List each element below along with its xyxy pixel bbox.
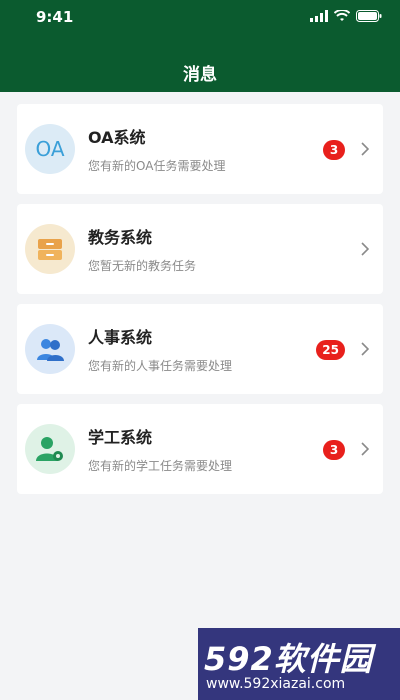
page-title: 消息 <box>183 65 217 85</box>
oa-avatar: OA <box>25 124 75 174</box>
app-header: 9:41 消息 <box>0 0 400 92</box>
item-subtitle: 您有新的学工任务需要处理 <box>88 459 233 473</box>
item-title: 教务系统 <box>88 228 153 247</box>
list-item-hr[interactable]: 人事系统 您有新的人事任务需要处理 25 <box>17 304 383 394</box>
item-title: 学工系统 <box>88 428 153 447</box>
unread-badge: 3 <box>323 140 345 160</box>
item-subtitle: 您有新的OA任务需要处理 <box>88 159 226 173</box>
battery-icon <box>356 10 382 22</box>
chevron-right-icon <box>361 442 369 456</box>
people-icon <box>25 324 75 374</box>
wifi-icon <box>334 10 350 21</box>
item-subtitle: 您有新的人事任务需要处理 <box>88 359 233 373</box>
user-settings-icon <box>25 424 75 474</box>
cabinet-icon <box>25 224 75 274</box>
status-icons <box>310 10 382 22</box>
message-list: OA OA系统 您有新的OA任务需要处理 3 教务系统 您暂无新的教务任务 人事… <box>17 104 383 504</box>
status-bar: 9:41 <box>0 0 400 36</box>
unread-badge: 25 <box>316 340 345 360</box>
list-item-stu[interactable]: 学工系统 您有新的学工任务需要处理 3 <box>17 404 383 494</box>
chevron-right-icon <box>361 242 369 256</box>
list-item-oa[interactable]: OA OA系统 您有新的OA任务需要处理 3 <box>17 104 383 194</box>
item-subtitle: 您暂无新的教务任务 <box>88 259 197 273</box>
watermark-url: www.592xiazai.com <box>206 676 346 692</box>
signal-icon <box>310 10 328 22</box>
status-time: 9:41 <box>36 8 74 26</box>
list-item-edu[interactable]: 教务系统 您暂无新的教务任务 <box>17 204 383 294</box>
item-title: 人事系统 <box>88 328 153 347</box>
chevron-right-icon <box>361 142 369 156</box>
item-title: OA系统 <box>88 128 146 147</box>
watermark: 592软件园 www.592xiazai.com <box>198 628 400 700</box>
watermark-brand: 592软件园 <box>204 640 373 678</box>
unread-badge: 3 <box>323 440 345 460</box>
chevron-right-icon <box>361 342 369 356</box>
